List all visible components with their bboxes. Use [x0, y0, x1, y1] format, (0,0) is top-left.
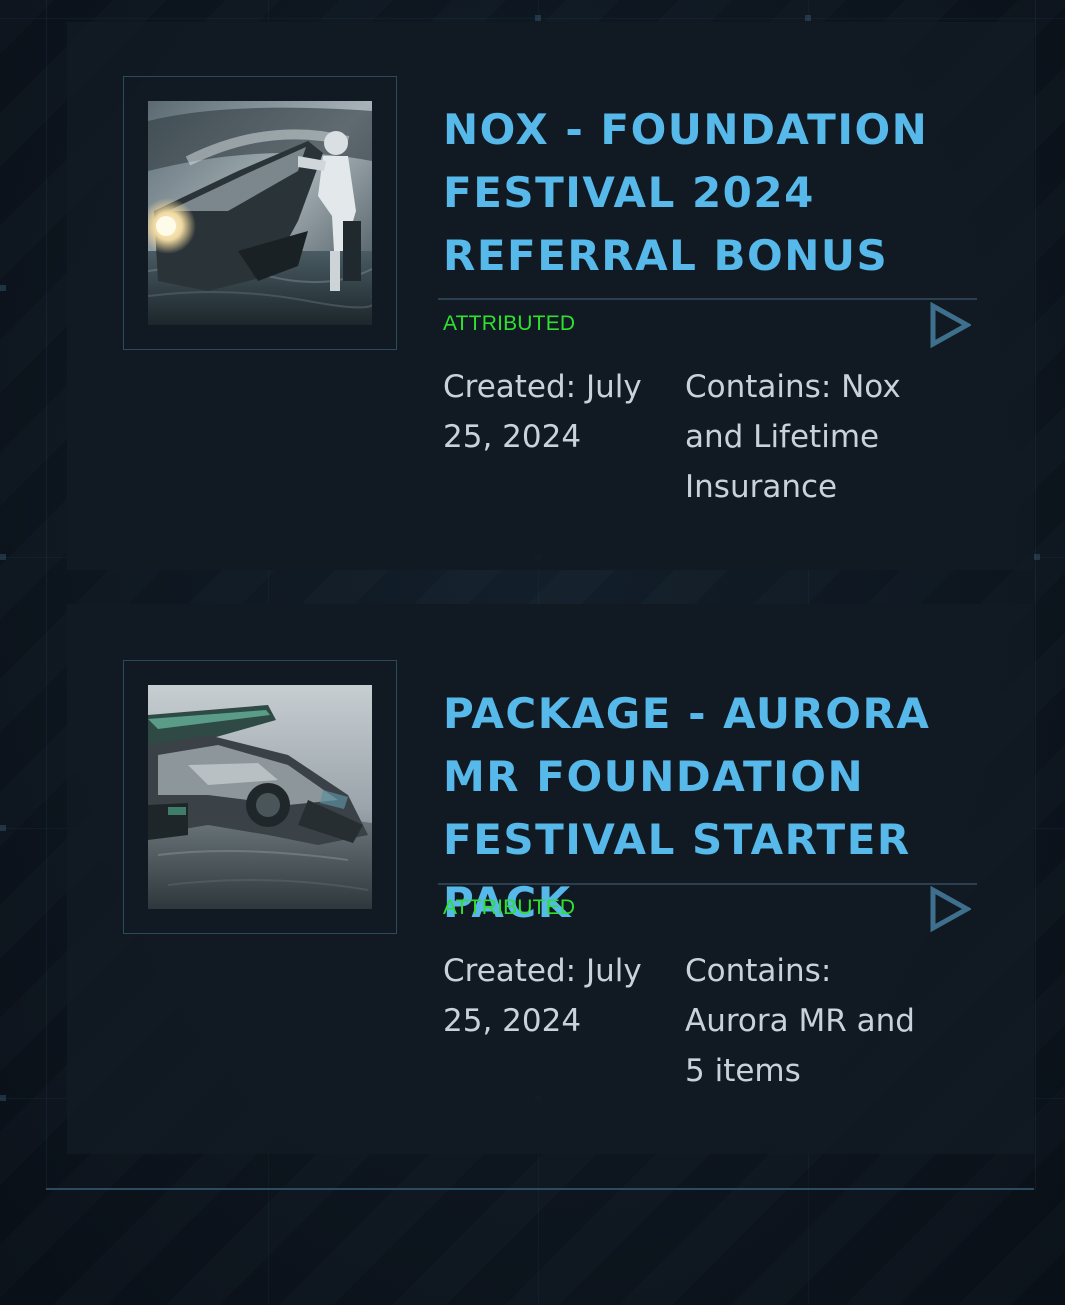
created-date: Created: July 25, 2024	[443, 369, 642, 455]
thumbnail-frame	[123, 76, 397, 350]
aurora-mr-ship-image	[148, 685, 372, 909]
contains-summary: Contains: Aurora MR and 5 items	[685, 953, 915, 1089]
grid-dot	[0, 554, 6, 560]
divider	[438, 883, 977, 885]
grid-dot	[0, 1095, 6, 1101]
pledge-card[interactable]: PACKAGE - AURORA MR FOUNDATION FESTIVAL …	[67, 604, 1034, 1154]
grid-dot	[0, 285, 6, 291]
contains-summary: Contains: Nox and Lifetime Insurance	[685, 369, 901, 505]
divider	[438, 298, 977, 300]
play-icon[interactable]	[929, 885, 973, 933]
pledge-title[interactable]: NOX - FOUNDATION FESTIVAL 2024 REFERRAL …	[443, 98, 1003, 287]
play-icon[interactable]	[929, 301, 973, 349]
grid-dot	[0, 825, 6, 831]
status-badge: ATTRIBUTED	[443, 896, 576, 919]
created-date: Created: July 25, 2024	[443, 953, 642, 1039]
nox-hoverbike-image	[148, 101, 372, 325]
thumbnail-frame	[123, 660, 397, 934]
status-badge: ATTRIBUTED	[443, 312, 576, 335]
pledge-card[interactable]: NOX - FOUNDATION FESTIVAL 2024 REFERRAL …	[67, 22, 1034, 570]
list-bottom-divider	[46, 1188, 1034, 1190]
